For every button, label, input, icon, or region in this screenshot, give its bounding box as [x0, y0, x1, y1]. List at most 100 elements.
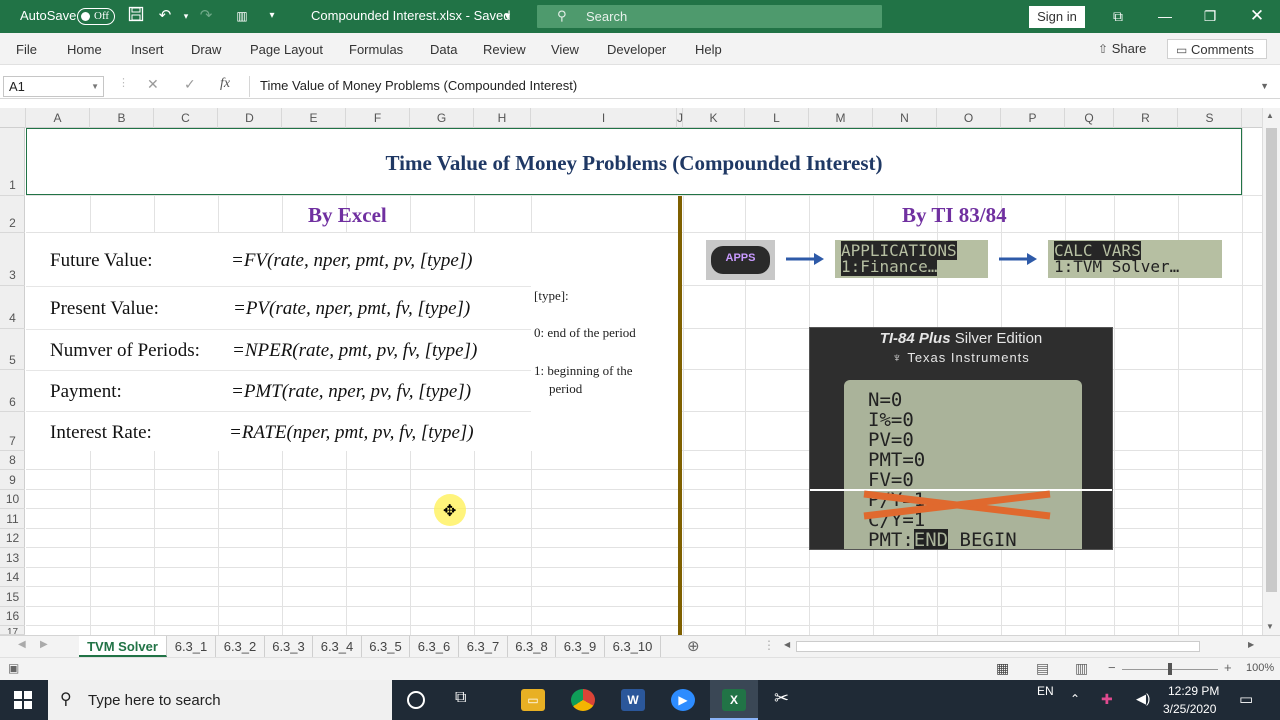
page-layout-view-icon[interactable]: ▤	[1036, 660, 1049, 677]
next-sheet-icon[interactable]: ▶	[40, 639, 48, 650]
row-header-4[interactable]: 4	[0, 286, 25, 329]
tab-6-3-4[interactable]: 6.3_4	[313, 636, 362, 657]
tab-6-3-5[interactable]: 6.3_5	[362, 636, 410, 657]
column-header-l[interactable]: L	[745, 108, 809, 128]
page-break-view-icon[interactable]: ▥	[1075, 660, 1088, 677]
tab-6-3-2[interactable]: 6.3_2	[216, 636, 265, 657]
menu-home[interactable]: Home	[67, 42, 102, 57]
share-button[interactable]: ⇧ Share	[1098, 39, 1146, 59]
row-header-9[interactable]: 9	[0, 470, 25, 490]
menu-review[interactable]: Review	[483, 42, 526, 57]
column-header-a[interactable]: A	[26, 108, 90, 128]
row-header-1[interactable]: 1	[0, 128, 25, 196]
column-header-h[interactable]: H	[474, 108, 531, 128]
tab-6-3-1[interactable]: 6.3_1	[167, 636, 216, 657]
menu-developer[interactable]: Developer	[607, 42, 666, 57]
windows-start-icon[interactable]	[14, 691, 32, 709]
column-header-i[interactable]: I	[531, 108, 677, 128]
save-icon[interactable]	[126, 6, 146, 26]
snipping-tool-icon[interactable]: ✂	[774, 688, 789, 709]
menu-draw[interactable]: Draw	[191, 42, 221, 57]
column-header-r[interactable]: R	[1114, 108, 1178, 128]
row-header-6[interactable]: 6	[0, 370, 25, 412]
insert-function-icon[interactable]: fx	[220, 76, 230, 92]
tab-6-3-9[interactable]: 6.3_9	[556, 636, 605, 657]
row-header-11[interactable]: 11	[0, 509, 25, 529]
horizontal-scrollbar[interactable]: ◀ ▶	[778, 638, 1262, 655]
zoom-app-icon[interactable]: ▶	[671, 689, 695, 711]
column-header-d[interactable]: D	[218, 108, 282, 128]
normal-view-icon[interactable]: ▦	[996, 660, 1009, 677]
minimize-icon[interactable]: —	[1155, 6, 1175, 26]
form-icon[interactable]: ▥	[232, 6, 252, 26]
chrome-icon[interactable]	[571, 689, 595, 711]
tab-split-handle-icon[interactable]: ⋮	[763, 638, 775, 652]
file-explorer-icon[interactable]: ▭	[521, 689, 545, 711]
task-view-icon[interactable]: ⧉	[455, 689, 466, 707]
tray-overflow-icon[interactable]: ⌃	[1070, 692, 1080, 706]
column-header-n[interactable]: N	[873, 108, 937, 128]
clock-time[interactable]: 12:29 PM	[1168, 684, 1219, 698]
row-header-14[interactable]: 14	[0, 568, 25, 587]
zoom-slider-thumb[interactable]	[1168, 663, 1172, 675]
horizontal-scroll-thumb[interactable]	[796, 641, 1200, 652]
customize-toolbar-icon[interactable]: ▾	[262, 6, 282, 26]
vertical-scroll-thumb[interactable]	[1266, 128, 1277, 592]
cancel-icon[interactable]: ✕	[147, 76, 159, 93]
row-header-15[interactable]: 15	[0, 587, 25, 607]
title-dropdown-icon[interactable]: ▼	[503, 11, 512, 21]
language-indicator[interactable]: EN	[1037, 684, 1054, 698]
zoom-out-icon[interactable]: −	[1108, 660, 1116, 675]
document-title[interactable]: Compounded Interest.xlsx - Saved	[311, 8, 510, 23]
scroll-left-icon[interactable]: ◀	[784, 640, 790, 649]
close-icon[interactable]: ✕	[1247, 6, 1267, 26]
menu-view[interactable]: View	[551, 42, 579, 57]
menu-formulas[interactable]: Formulas	[349, 42, 403, 57]
column-header-f[interactable]: F	[346, 108, 410, 128]
row-header-10[interactable]: 10	[0, 490, 25, 509]
expand-formula-icon[interactable]: ▼	[1260, 76, 1269, 96]
row-header-13[interactable]: 13	[0, 548, 25, 568]
name-box-dropdown-icon[interactable]: ▼	[91, 77, 99, 96]
name-box[interactable]: A1 ▼	[3, 76, 104, 97]
row-header-3[interactable]: 3	[0, 233, 25, 286]
tab-6-3-8[interactable]: 6.3_8	[508, 636, 556, 657]
column-header-m[interactable]: M	[809, 108, 873, 128]
autosave-toggle[interactable]: Off	[77, 8, 115, 25]
drag-handle-icon[interactable]: ⋮	[118, 76, 129, 89]
sign-in-button[interactable]: Sign in	[1029, 6, 1085, 28]
zoom-in-icon[interactable]: +	[1224, 660, 1232, 675]
menu-page-layout[interactable]: Page Layout	[250, 42, 323, 57]
menu-data[interactable]: Data	[430, 42, 457, 57]
cortana-icon[interactable]	[407, 691, 425, 709]
row-header-12[interactable]: 12	[0, 529, 25, 548]
tab-6-3-6[interactable]: 6.3_6	[410, 636, 459, 657]
menu-help[interactable]: Help	[695, 42, 722, 57]
notifications-icon[interactable]: ▭	[1239, 690, 1253, 708]
clock-date[interactable]: 3/25/2020	[1163, 702, 1216, 716]
column-header-b[interactable]: B	[90, 108, 154, 128]
prev-sheet-icon[interactable]: ◀	[18, 639, 26, 650]
scroll-right-icon[interactable]: ▶	[1248, 640, 1254, 649]
column-header-q[interactable]: Q	[1065, 108, 1114, 128]
comments-button[interactable]: ▭ Comments	[1167, 39, 1267, 59]
selected-cell-a1[interactable]: Time Value of Money Problems (Compounded…	[26, 128, 1242, 195]
row-header-2[interactable]: 2	[0, 196, 25, 233]
restore-icon[interactable]: ❐	[1200, 6, 1220, 26]
word-icon[interactable]: W	[621, 689, 645, 711]
add-sheet-icon[interactable]: ⊕	[687, 637, 700, 655]
select-all-corner[interactable]	[0, 108, 26, 128]
volume-icon[interactable]: ◀)	[1136, 691, 1150, 707]
tab-6-3-7[interactable]: 6.3_7	[459, 636, 508, 657]
row-header-8[interactable]: 8	[0, 451, 25, 470]
tray-app-icon[interactable]: ✚	[1101, 691, 1113, 708]
vertical-scrollbar[interactable]: ▲ ▼	[1262, 108, 1280, 635]
column-header-e[interactable]: E	[282, 108, 346, 128]
row-header-17[interactable]: 17	[0, 626, 25, 635]
scroll-down-icon[interactable]: ▼	[1266, 622, 1274, 631]
column-header-k[interactable]: K	[683, 108, 745, 128]
row-header-5[interactable]: 5	[0, 329, 25, 370]
column-header-g[interactable]: G	[410, 108, 474, 128]
tab-6-3-3[interactable]: 6.3_3	[265, 636, 313, 657]
undo-icon[interactable]: ↶	[155, 6, 175, 26]
